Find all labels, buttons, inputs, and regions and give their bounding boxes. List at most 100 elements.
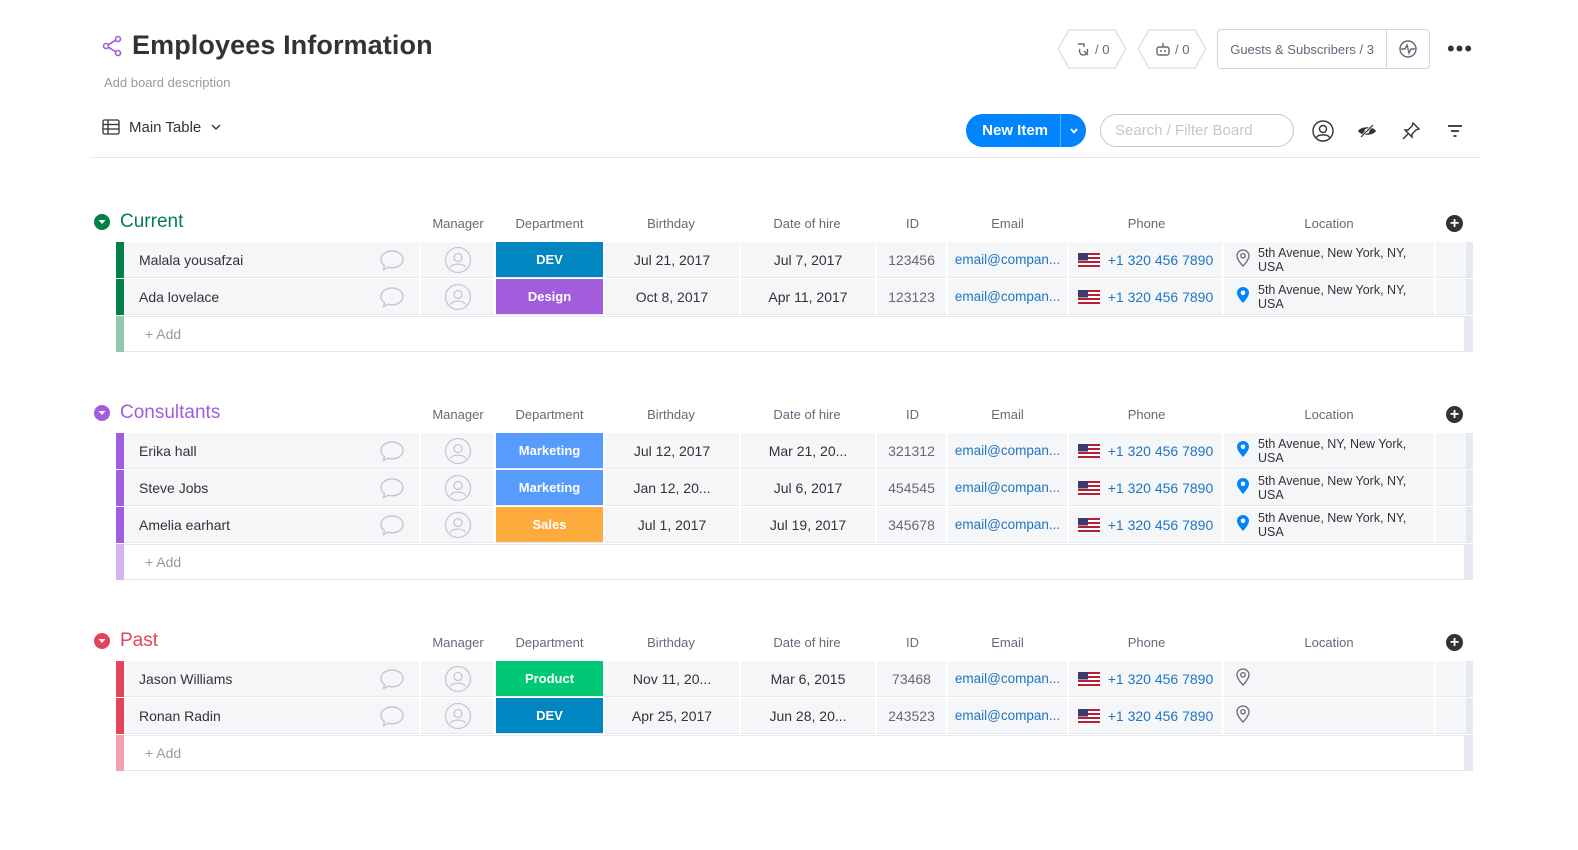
phone-cell[interactable]: +1 320 456 7890: [1069, 279, 1222, 315]
chat-bubble-icon[interactable]: [379, 513, 405, 540]
column-header-birthday[interactable]: Birthday: [604, 216, 738, 231]
column-header-location[interactable]: Location: [1224, 407, 1434, 422]
manager-cell[interactable]: [421, 242, 494, 278]
birthday-cell[interactable]: Jan 12, 20...: [605, 470, 739, 506]
department-status[interactable]: Product: [496, 661, 603, 697]
column-header-email[interactable]: Email: [948, 407, 1067, 422]
pin-button[interactable]: [1396, 116, 1426, 146]
table-row[interactable]: Jason Williams Product Nov 11, 20... Mar 6,…: [116, 661, 1473, 698]
manager-cell[interactable]: [421, 470, 494, 506]
column-header-id[interactable]: ID: [878, 635, 947, 650]
location-text[interactable]: 5th Avenue, NY, New York, USA: [1258, 437, 1434, 465]
item-name[interactable]: Malala yousafzai: [139, 252, 243, 268]
phone-number[interactable]: +1 320 456 7890: [1108, 443, 1214, 459]
item-name-cell[interactable]: Erika hall: [124, 433, 419, 469]
column-header-location[interactable]: Location: [1224, 635, 1434, 650]
chat-bubble-icon[interactable]: [379, 248, 405, 275]
hire-date-cell[interactable]: Jul 7, 2017: [741, 242, 875, 278]
phone-cell[interactable]: +1 320 456 7890: [1069, 242, 1222, 278]
group-title[interactable]: Past: [120, 630, 158, 652]
column-header-manager[interactable]: Manager: [431, 216, 485, 231]
item-name-cell[interactable]: Amelia earhart: [124, 507, 419, 543]
phone-cell[interactable]: +1 320 456 7890: [1069, 698, 1222, 734]
page-title[interactable]: Employees Information: [132, 30, 433, 61]
share-icon[interactable]: [100, 34, 124, 58]
department-status[interactable]: DEV: [496, 242, 603, 278]
item-name-cell[interactable]: Jason Williams: [124, 661, 419, 697]
column-header-phone[interactable]: Phone: [1070, 407, 1223, 422]
location-cell[interactable]: 5th Avenue, New York, NY, USA: [1224, 242, 1434, 278]
item-name[interactable]: Steve Jobs: [139, 480, 208, 496]
group-collapse-icon[interactable]: [94, 214, 110, 230]
column-header-phone[interactable]: Phone: [1070, 635, 1223, 650]
location-text[interactable]: 5th Avenue, New York, NY, USA: [1258, 283, 1434, 311]
automations-button[interactable]: / 0: [1137, 29, 1207, 69]
guests-label[interactable]: Guests & Subscribers / 3: [1218, 30, 1387, 68]
id-cell[interactable]: 321312: [877, 433, 946, 469]
phone-number[interactable]: +1 320 456 7890: [1108, 480, 1214, 496]
hire-date-cell[interactable]: Mar 6, 2015: [741, 661, 875, 697]
board-description[interactable]: Add board description: [104, 75, 230, 90]
location-cell[interactable]: 5th Avenue, New York, NY, USA: [1224, 279, 1434, 315]
add-item-input[interactable]: + Add: [124, 735, 1465, 771]
manager-cell[interactable]: [421, 433, 494, 469]
location-text[interactable]: 5th Avenue, New York, NY, USA: [1258, 474, 1434, 502]
more-options-icon[interactable]: •••: [1446, 38, 1474, 60]
column-header-location[interactable]: Location: [1224, 216, 1434, 231]
location-cell[interactable]: [1224, 698, 1434, 734]
birthday-cell[interactable]: Apr 25, 2017: [605, 698, 739, 734]
column-header-email[interactable]: Email: [948, 635, 1067, 650]
table-row[interactable]: Malala yousafzai DEV Jul 21, 2017 Jul 7, 20…: [116, 242, 1473, 279]
group-title[interactable]: Current: [120, 211, 183, 233]
phone-number[interactable]: +1 320 456 7890: [1108, 252, 1214, 268]
department-status[interactable]: Marketing: [496, 433, 603, 469]
birthday-cell[interactable]: Jul 1, 2017: [605, 507, 739, 543]
table-row[interactable]: Erika hall Marketing Jul 12, 2017 Mar 21, 2…: [116, 433, 1473, 470]
integrations-button[interactable]: / 0: [1057, 29, 1127, 69]
column-header-birthday[interactable]: Birthday: [604, 635, 738, 650]
column-header-birthday[interactable]: Birthday: [604, 407, 738, 422]
item-name[interactable]: Erika hall: [139, 443, 197, 459]
department-status[interactable]: DEV: [496, 698, 603, 734]
item-name[interactable]: Amelia earhart: [139, 517, 230, 533]
add-item-row[interactable]: + Add: [116, 544, 1473, 581]
item-name-cell[interactable]: Ronan Radin: [124, 698, 419, 734]
column-header-email[interactable]: Email: [948, 216, 1067, 231]
hire-date-cell[interactable]: Apr 11, 2017: [741, 279, 875, 315]
location-cell[interactable]: 5th Avenue, New York, NY, USA: [1224, 470, 1434, 506]
phone-cell[interactable]: +1 320 456 7890: [1069, 470, 1222, 506]
email-link[interactable]: email@compan...: [948, 279, 1067, 315]
hire-date-cell[interactable]: Jul 19, 2017: [741, 507, 875, 543]
table-row[interactable]: Steve Jobs Marketing Jan 12, 20... Jul 6, 2…: [116, 470, 1473, 507]
item-name-cell[interactable]: Ada lovelace: [124, 279, 419, 315]
location-text[interactable]: 5th Avenue, New York, NY, USA: [1258, 246, 1434, 274]
add-column-button[interactable]: +: [1446, 406, 1463, 423]
column-header-department[interactable]: Department: [496, 635, 603, 650]
table-row[interactable]: Ada lovelace Design Oct 8, 2017 Apr 11, 201…: [116, 279, 1473, 316]
manager-cell[interactable]: [421, 279, 494, 315]
chat-bubble-icon[interactable]: [379, 704, 405, 731]
group-collapse-icon[interactable]: [94, 633, 110, 649]
new-item-button[interactable]: New Item: [966, 114, 1086, 147]
add-column-button[interactable]: +: [1446, 215, 1463, 232]
column-header-manager[interactable]: Manager: [431, 635, 485, 650]
chat-bubble-icon[interactable]: [379, 439, 405, 466]
add-item-input[interactable]: + Add: [124, 316, 1465, 352]
add-item-row[interactable]: + Add: [116, 316, 1473, 353]
id-cell[interactable]: 243523: [877, 698, 946, 734]
item-name[interactable]: Jason Williams: [139, 671, 232, 687]
location-cell[interactable]: 5th Avenue, New York, NY, USA: [1224, 507, 1434, 543]
id-cell[interactable]: 345678: [877, 507, 946, 543]
table-row[interactable]: Amelia earhart Sales Jul 1, 2017 Jul 19, 20…: [116, 507, 1473, 544]
item-name-cell[interactable]: Malala yousafzai: [124, 242, 419, 278]
manager-cell[interactable]: [421, 698, 494, 734]
activity-button[interactable]: [1387, 30, 1429, 68]
item-name[interactable]: Ronan Radin: [139, 708, 221, 724]
birthday-cell[interactable]: Jul 12, 2017: [605, 433, 739, 469]
column-header-manager[interactable]: Manager: [431, 407, 485, 422]
column-header-department[interactable]: Department: [496, 407, 603, 422]
column-header-phone[interactable]: Phone: [1070, 216, 1223, 231]
phone-number[interactable]: +1 320 456 7890: [1108, 289, 1214, 305]
manager-cell[interactable]: [421, 507, 494, 543]
filter-button[interactable]: [1440, 116, 1470, 146]
